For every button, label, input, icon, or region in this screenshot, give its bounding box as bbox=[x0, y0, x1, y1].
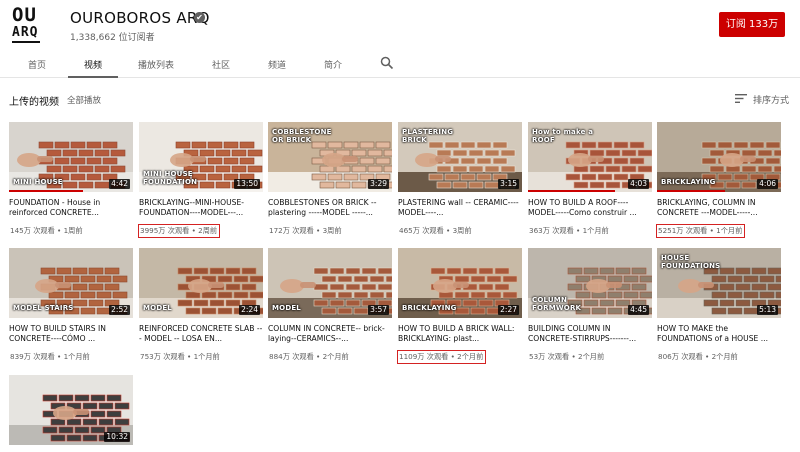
tab-home[interactable]: 首页 bbox=[28, 58, 46, 71]
video-title[interactable]: BUILDING COLUMN IN CONCRETE-STIRRUPS----… bbox=[528, 324, 652, 344]
video-title[interactable]: PLASTERING wall -- CERAMIC----MODEL----.… bbox=[398, 198, 522, 218]
video-card[interactable]: How to make a ROOF 4:03 HOW TO BUILD A R… bbox=[528, 122, 652, 237]
video-duration: 13:50 bbox=[234, 179, 260, 189]
thumbnail-caption: MODEL STAIRS bbox=[13, 304, 74, 312]
video-card[interactable]: MODEL 3:57 COLUMN IN CONCRETE-- brick-la… bbox=[268, 248, 392, 363]
video-thumbnail[interactable]: HOUSE FOUNDATIONS 5:13 bbox=[657, 248, 781, 318]
channel-name[interactable]: OUROBOROS ARQ bbox=[70, 9, 210, 27]
video-card[interactable]: MODEL STAIRS 2:52 HOW TO BUILD STAIRS IN… bbox=[9, 248, 133, 363]
video-meta: 5251万 次观看 • 1个月前 bbox=[655, 224, 746, 238]
video-title[interactable]: FOUNDATION - House in reinforced CONCRET… bbox=[9, 198, 133, 218]
thumbnail-caption: BRICKLAYING bbox=[402, 304, 457, 312]
play-all-link[interactable]: 全部播放 bbox=[67, 94, 101, 106]
video-card[interactable]: BRICKLAYING 2:27 HOW TO BUILD A BRICK WA… bbox=[396, 248, 522, 364]
video-thumbnail[interactable]: MINI HOUSE FOUNDATION 13:50 bbox=[139, 122, 263, 192]
video-title[interactable]: COLUMN IN CONCRETE-- brick-laying--CERAM… bbox=[268, 324, 392, 344]
video-title[interactable]: REINFORCED CONCRETE SLAB --- MODEL -- LO… bbox=[139, 324, 263, 344]
video-card[interactable]: COLUMN FORMWORK 4:45 BUILDING COLUMN IN … bbox=[528, 248, 652, 363]
video-title[interactable]: HOW TO BUILD A ROOF----MODEL-----Como co… bbox=[528, 198, 652, 218]
watch-progress-bar bbox=[657, 190, 726, 192]
active-tab-indicator bbox=[68, 76, 118, 78]
thumbnail-caption: PLASTERING BRICK bbox=[402, 128, 454, 144]
video-duration: 3:15 bbox=[498, 179, 519, 189]
video-card[interactable]: HOUSE FOUNDATIONS 5:13 HOW TO MAKE the F… bbox=[657, 248, 781, 363]
video-duration: 2:27 bbox=[498, 305, 519, 315]
video-thumbnail[interactable]: MODEL 3:57 bbox=[268, 248, 392, 318]
channel-logo[interactable]: OU ARQ bbox=[12, 6, 54, 46]
thumbnail-caption: MINI HOUSE bbox=[13, 178, 63, 186]
video-meta: 465万 次观看 • 3周前 bbox=[399, 226, 472, 235]
video-thumbnail[interactable]: MODEL STAIRS 2:52 bbox=[9, 248, 133, 318]
video-thumbnail[interactable]: 10:32 bbox=[9, 375, 133, 445]
thumbnail-caption: MODEL bbox=[143, 304, 172, 312]
sort-icon[interactable] bbox=[735, 94, 747, 103]
verified-icon: ✔ bbox=[194, 12, 205, 23]
video-title[interactable]: COBBLESTONES OR BRICK -- plastering ----… bbox=[268, 198, 392, 218]
video-thumbnail[interactable]: COBBLESTONE OR BRICK 3:29 bbox=[268, 122, 392, 192]
logo-text-bottom: ARQ bbox=[12, 25, 40, 43]
thumbnail-caption: How to make a ROOF bbox=[532, 128, 594, 144]
video-duration: 4:06 bbox=[757, 179, 778, 189]
watch-progress-bar bbox=[9, 190, 84, 192]
video-card[interactable]: MINI HOUSE FOUNDATION 13:50 BRICKLAYING-… bbox=[137, 122, 263, 238]
video-thumbnail[interactable]: PLASTERING BRICK 3:15 bbox=[398, 122, 522, 192]
video-duration: 3:57 bbox=[368, 305, 389, 315]
thumbnail-caption: COLUMN FORMWORK bbox=[532, 296, 582, 312]
video-duration: 4:45 bbox=[628, 305, 649, 315]
video-card[interactable]: COBBLESTONE OR BRICK 3:29 COBBLESTONES O… bbox=[268, 122, 392, 237]
tab-videos[interactable]: 视频 bbox=[84, 58, 102, 71]
video-meta: 884万 次观看 • 2个月前 bbox=[269, 352, 349, 361]
watch-progress-bar bbox=[528, 190, 615, 192]
tab-channels[interactable]: 频道 bbox=[268, 58, 286, 71]
video-title[interactable]: HOW TO MAKE the FOUNDATIONS of a HOUSE .… bbox=[657, 324, 781, 344]
video-card[interactable]: PLASTERING BRICK 3:15 PLASTERING wall --… bbox=[398, 122, 522, 237]
video-title[interactable]: BRICKLAYING, COLUMN IN CONCRETE ---MODEL… bbox=[657, 198, 781, 218]
video-title[interactable]: BRICKLAYING--MINI-HOUSE-FOUNDATION----MO… bbox=[139, 198, 263, 218]
sort-button[interactable]: 排序方式 bbox=[753, 93, 789, 106]
tab-playlists[interactable]: 播放列表 bbox=[138, 58, 174, 71]
video-thumbnail[interactable]: MODEL 2:24 bbox=[139, 248, 263, 318]
video-card[interactable]: MINI HOUSE 4:42 FOUNDATION - House in re… bbox=[9, 122, 133, 237]
video-thumbnail[interactable]: MINI HOUSE 4:42 bbox=[9, 122, 133, 192]
video-thumbnail[interactable]: How to make a ROOF 4:03 bbox=[528, 122, 652, 192]
video-meta: 753万 次观看 • 1个月前 bbox=[140, 352, 220, 361]
video-meta: 806万 次观看 • 2个月前 bbox=[658, 352, 738, 361]
video-meta: 53万 次观看 • 2个月前 bbox=[529, 352, 605, 361]
video-card[interactable]: MODEL 2:24 REINFORCED CONCRETE SLAB --- … bbox=[139, 248, 263, 363]
tab-about[interactable]: 简介 bbox=[324, 58, 342, 71]
thumbnail-caption: HOUSE FOUNDATIONS bbox=[661, 254, 721, 270]
video-thumbnail[interactable]: BRICKLAYING 4:06 bbox=[657, 122, 781, 192]
logo-text-top: OU bbox=[12, 4, 37, 26]
video-duration: 2:24 bbox=[239, 305, 260, 315]
video-thumbnail[interactable]: BRICKLAYING 2:27 bbox=[398, 248, 522, 318]
search-icon[interactable] bbox=[380, 56, 394, 70]
tab-community[interactable]: 社区 bbox=[212, 58, 230, 71]
video-meta: 1109万 次观看 • 2个月前 bbox=[396, 350, 487, 364]
video-meta: 3995万 次观看 • 2周前 bbox=[137, 224, 221, 238]
video-duration: 2:52 bbox=[109, 305, 130, 315]
video-duration: 4:42 bbox=[109, 179, 130, 189]
video-meta: 839万 次观看 • 1个月前 bbox=[10, 352, 90, 361]
video-duration: 3:29 bbox=[368, 179, 389, 189]
video-thumbnail[interactable]: COLUMN FORMWORK 4:45 bbox=[528, 248, 652, 318]
channel-tabs: 首页 视频 播放列表 社区 频道 简介 bbox=[0, 50, 800, 78]
section-title: 上传的视频 bbox=[9, 97, 59, 108]
thumbnail-caption: MODEL bbox=[272, 304, 301, 312]
video-meta: 172万 次观看 • 3周前 bbox=[269, 226, 342, 235]
video-title[interactable]: HOW TO BUILD A BRICK WALL: BRICKLAYING: … bbox=[398, 324, 522, 344]
thumbnail-caption: COBBLESTONE OR BRICK bbox=[272, 128, 332, 144]
video-meta: 363万 次观看 • 1个月前 bbox=[529, 226, 609, 235]
video-duration: 5:13 bbox=[757, 305, 778, 315]
subscribe-button[interactable]: 订阅 133万 bbox=[719, 12, 785, 37]
video-card[interactable]: 10:32 bbox=[9, 375, 133, 445]
subscriber-count: 1,338,662 位订阅者 bbox=[70, 33, 155, 43]
video-card[interactable]: BRICKLAYING 4:06 BRICKLAYING, COLUMN IN … bbox=[655, 122, 781, 238]
thumbnail-caption: BRICKLAYING bbox=[661, 178, 716, 186]
video-meta: 145万 次观看 • 1周前 bbox=[10, 226, 83, 235]
video-duration: 10:32 bbox=[104, 432, 130, 442]
video-title[interactable]: HOW TO BUILD STAIRS IN CONCRETE----CÓMO … bbox=[9, 324, 133, 344]
video-duration: 4:03 bbox=[628, 179, 649, 189]
thumbnail-caption: MINI HOUSE FOUNDATION bbox=[143, 170, 198, 186]
channel-header: OU ARQ OUROBOROS ARQ ✔ 1,338,662 位订阅者 订阅… bbox=[0, 0, 800, 50]
